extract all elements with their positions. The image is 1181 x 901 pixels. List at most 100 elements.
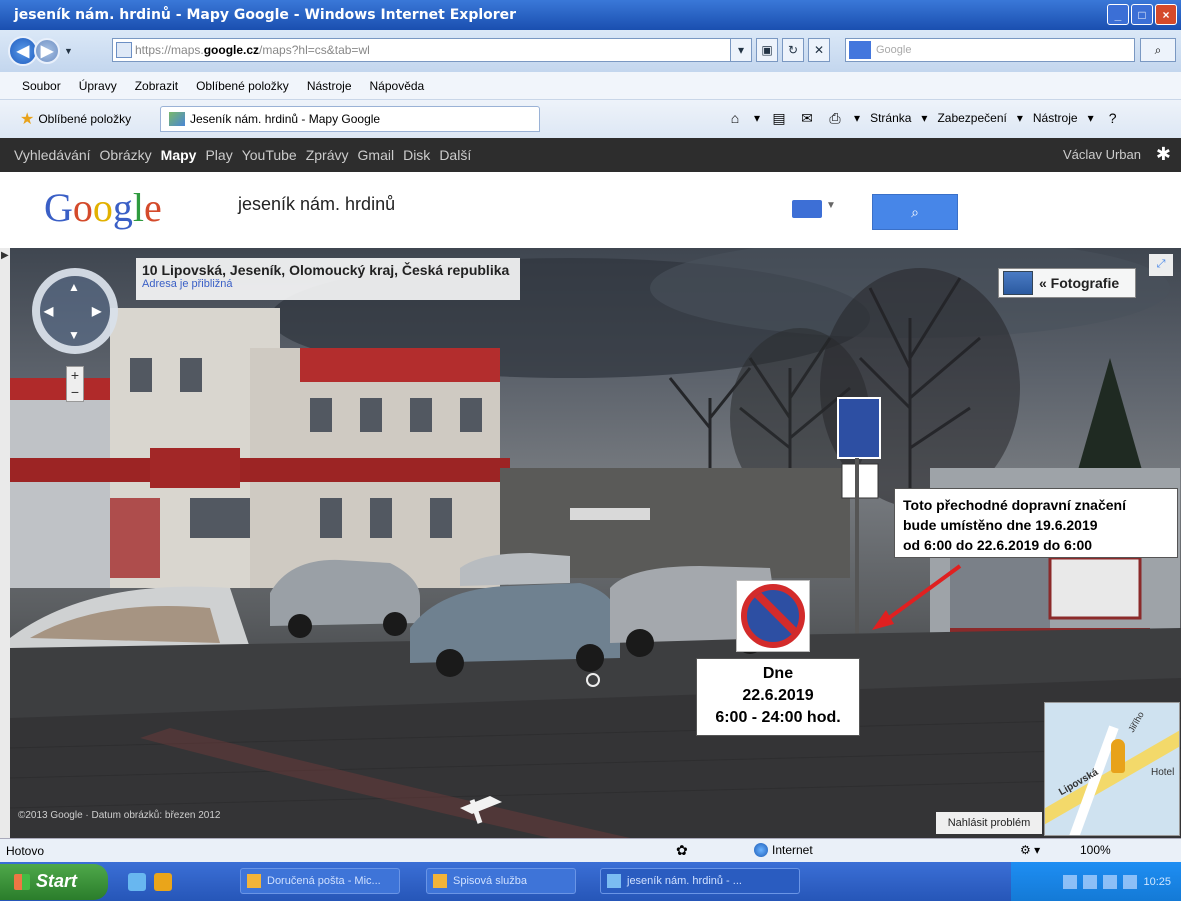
pan-control[interactable]: ▲ ▼ ◀ ▶ xyxy=(32,268,118,354)
protected-mode-icon[interactable]: ⚙ ▾ xyxy=(1020,843,1040,857)
clock[interactable]: 10:25 xyxy=(1143,876,1171,888)
help-icon[interactable]: ? xyxy=(1104,110,1122,126)
address-tools: ▾ ▣ ↻ ✕ xyxy=(730,38,830,62)
side-panel-toggle[interactable]: ▶ xyxy=(0,248,10,838)
zoom-out-button[interactable]: − xyxy=(67,384,83,401)
tray-icon[interactable] xyxy=(1063,874,1078,889)
page-dropdown-icon[interactable]: ▾ xyxy=(921,111,927,125)
taskbar-item-mail[interactable]: Doručená pošta - Mic... xyxy=(240,868,400,894)
google-logo[interactable]: Google xyxy=(44,184,162,231)
gbar-item-youtube[interactable]: YouTube xyxy=(242,147,297,163)
stop-icon[interactable]: ✕ xyxy=(808,38,830,62)
user-account-menu[interactable]: Václav Urban xyxy=(1063,147,1141,162)
street-view-panorama[interactable]: ▲ ▼ ◀ ▶ + − 10 Lipovská, Jeseník, Olomou… xyxy=(10,248,1181,838)
taskbar-item-records[interactable]: Spisová služba xyxy=(426,868,576,894)
command-tools[interactable]: Nástroje xyxy=(1033,111,1078,125)
maps-search-button[interactable]: ⌕ xyxy=(872,194,958,230)
gbar-item-search[interactable]: Vyhledávání xyxy=(14,147,91,163)
pan-right-icon[interactable]: ▶ xyxy=(92,304,101,318)
zoom-in-button[interactable]: + xyxy=(67,367,83,384)
favorites-button[interactable]: ★ Oblíbené položky xyxy=(20,109,131,129)
print-dropdown-icon[interactable]: ▾ xyxy=(854,111,860,125)
command-security[interactable]: Zabezpečení xyxy=(937,111,1006,125)
maximize-button[interactable]: □ xyxy=(1131,4,1153,25)
taskbar-item-browser[interactable]: jeseník nám. hrdinů - ... xyxy=(600,868,800,894)
pegman-icon[interactable] xyxy=(1111,739,1125,773)
home-icon[interactable]: ⌂ xyxy=(726,110,744,126)
tools-dropdown-icon[interactable]: ▾ xyxy=(1088,111,1094,125)
menu-item-favorites[interactable]: Oblíbené položky xyxy=(196,79,289,93)
minimize-button[interactable]: _ xyxy=(1107,4,1129,25)
tray-icon[interactable] xyxy=(1083,874,1098,889)
menu-item-edit[interactable]: Úpravy xyxy=(79,79,117,93)
window-titlebar: jeseník nám. hrdinů - Mapy Google - Wind… xyxy=(0,0,1181,30)
mail-icon[interactable]: ✉ xyxy=(798,110,816,126)
quick-launch xyxy=(128,872,172,891)
chevron-right-icon: ▶ xyxy=(1,250,9,261)
photo-icon xyxy=(1003,271,1033,295)
zoom-level[interactable]: 100% xyxy=(1080,843,1111,857)
logo-letter: l xyxy=(132,185,145,230)
menu-item-help[interactable]: Nápověda xyxy=(370,79,425,93)
street-view-address: 10 Lipovská, Jeseník, Olomoucký kraj, Če… xyxy=(142,262,510,278)
zoom-control[interactable]: + − xyxy=(66,366,84,402)
report-problem-link[interactable]: Nahlásit problém xyxy=(936,812,1042,834)
gbar-item-maps[interactable]: Mapy xyxy=(161,147,197,163)
close-button[interactable]: × xyxy=(1155,4,1177,25)
zone-label: Internet xyxy=(772,843,813,857)
fullscreen-icon[interactable]: ⤢ xyxy=(1149,254,1173,276)
gbar-item-drive[interactable]: Disk xyxy=(403,147,430,163)
command-bar: ⌂ ▾ ▤ ✉ ⎙ ▾ Stránka ▾ Zabezpečení ▾ Nást… xyxy=(726,110,1122,126)
logo-letter: e xyxy=(144,185,162,230)
browser-tab-active[interactable]: Jeseník nám. hrdinů - Mapy Google xyxy=(160,106,540,132)
tray-icon[interactable] xyxy=(1123,874,1138,889)
web-search-input[interactable]: Google xyxy=(845,38,1135,62)
menu-item-tools[interactable]: Nástroje xyxy=(307,79,352,93)
pan-down-icon[interactable]: ▼ xyxy=(68,328,80,342)
ie-quicklaunch-icon[interactable] xyxy=(128,872,146,891)
outlook-icon xyxy=(247,874,261,888)
compat-view-icon[interactable]: ▣ xyxy=(756,38,778,62)
url-domain: google.cz xyxy=(203,43,260,57)
home-dropdown-icon[interactable]: ▾ xyxy=(754,111,760,125)
gbar-item-images[interactable]: Obrázky xyxy=(100,147,152,163)
security-dropdown-icon[interactable]: ▾ xyxy=(1017,111,1023,125)
minimap-label: Jiřího xyxy=(1126,709,1146,735)
no-parking-sign-icon xyxy=(736,580,810,652)
status-text: Hotovo xyxy=(6,843,45,858)
gear-icon[interactable]: ✱ xyxy=(1156,144,1171,165)
system-tray: 10:25 xyxy=(1011,862,1181,901)
gbar-item-play[interactable]: Play xyxy=(205,147,232,163)
logo-letter: o xyxy=(92,185,113,230)
street-view-address-card: 10 Lipovská, Jeseník, Olomoucký kraj, Če… xyxy=(136,258,520,300)
address-input[interactable]: https://maps. google.cz/maps?hl=cs&tab=wl xyxy=(112,38,752,62)
taskbar-item-label: Spisová služba xyxy=(453,875,527,887)
outlook-quicklaunch-icon[interactable] xyxy=(154,872,172,891)
forward-button[interactable]: ▶ xyxy=(34,38,60,64)
gbar-item-more[interactable]: Další xyxy=(439,147,471,163)
refresh-icon[interactable]: ↻ xyxy=(782,38,804,62)
maps-search-input[interactable]: jeseník nám. hrdinů xyxy=(238,194,395,215)
gbar-item-gmail[interactable]: Gmail xyxy=(358,147,395,163)
pan-up-icon[interactable]: ▲ xyxy=(68,280,80,294)
print-icon[interactable]: ⎙ xyxy=(826,110,844,126)
security-zone[interactable]: Internet xyxy=(754,843,813,857)
gbar-item-news[interactable]: Zprávy xyxy=(306,147,349,163)
keyboard-icon[interactable] xyxy=(792,200,822,218)
keyboard-dropdown-icon[interactable]: ▼ xyxy=(826,200,836,211)
tray-icon[interactable] xyxy=(1103,874,1118,889)
popup-blocker-icon[interactable]: ✿ xyxy=(676,842,688,859)
feeds-icon[interactable]: ▤ xyxy=(770,110,788,126)
annotation-line: od 6:00 do 22.6.2019 do 6:00 xyxy=(903,537,1093,553)
menu-item-view[interactable]: Zobrazit xyxy=(135,79,178,93)
command-page[interactable]: Stránka xyxy=(870,111,911,125)
start-button[interactable]: Start xyxy=(0,863,108,900)
search-icon[interactable]: ⌕ xyxy=(1140,38,1176,62)
address-dropdown-icon[interactable]: ▾ xyxy=(730,38,752,62)
street-view-minimap[interactable]: Lipovská Hotel Jiřího xyxy=(1044,702,1180,836)
history-dropdown-icon[interactable]: ▼ xyxy=(64,46,73,56)
photos-button[interactable]: « Fotografie xyxy=(998,268,1136,298)
address-approx-note[interactable]: Adresa je přibližná xyxy=(142,278,514,290)
pan-left-icon[interactable]: ◀ xyxy=(44,304,53,318)
menu-item-file[interactable]: Soubor xyxy=(22,79,61,93)
